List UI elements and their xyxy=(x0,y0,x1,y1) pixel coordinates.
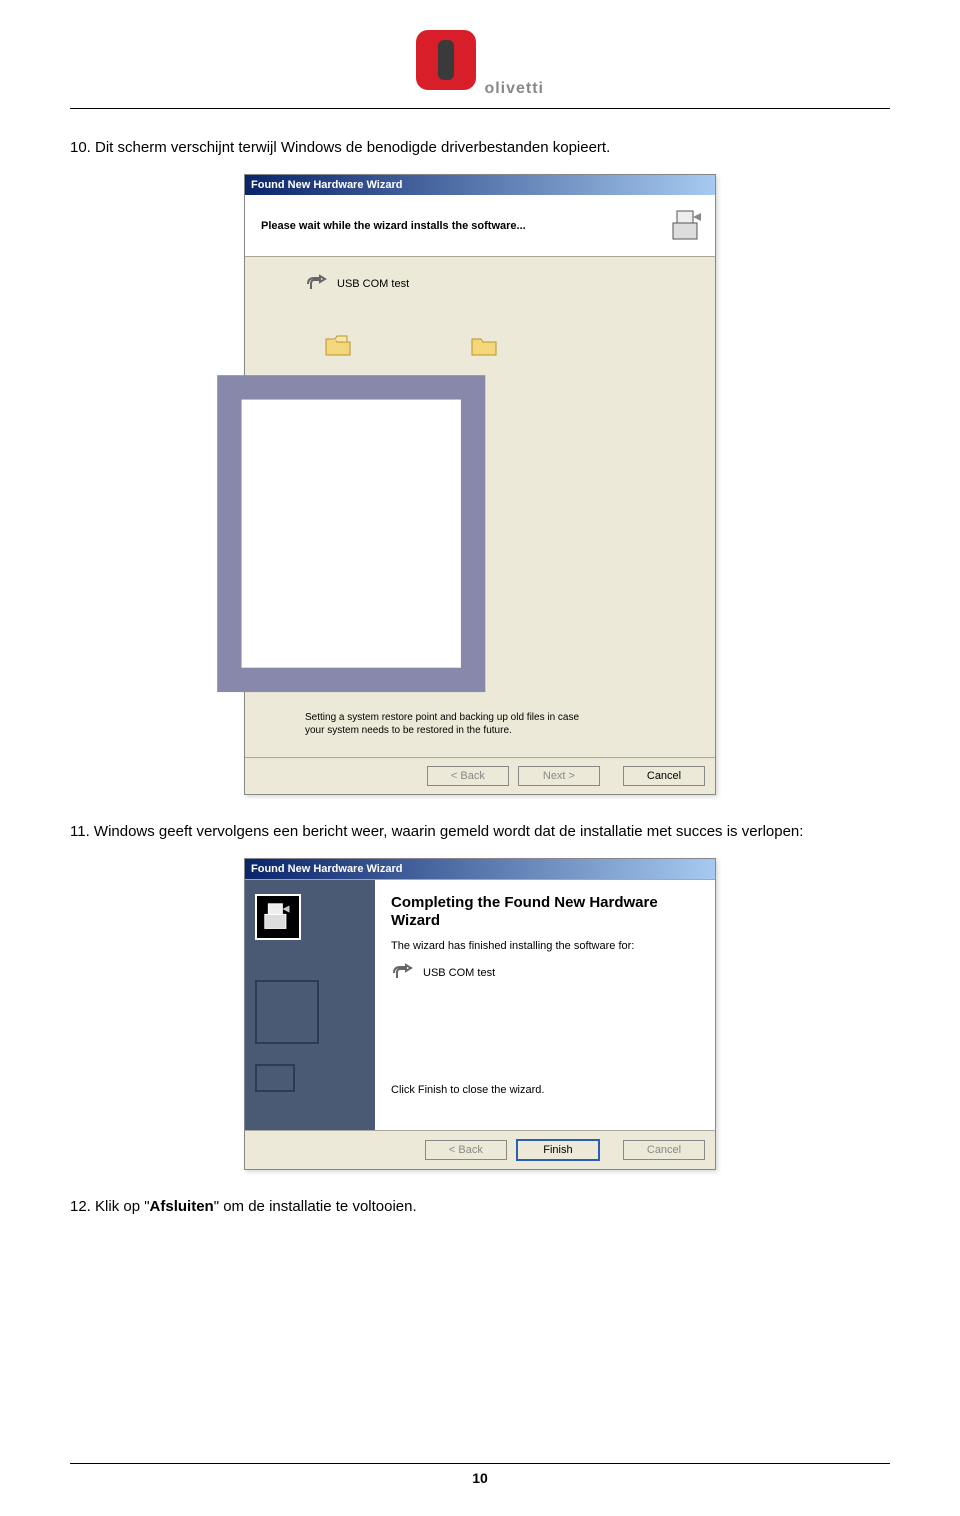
wizard2-subtext: The wizard has finished installing the s… xyxy=(391,940,699,952)
wizard-install-progress: Found New Hardware Wizard Please wait wh… xyxy=(244,174,716,795)
banner-decor2-icon xyxy=(255,1064,295,1092)
wizard2-body: Completing the Found New Hardware Wizard… xyxy=(245,879,715,1130)
side-hardware-icon xyxy=(255,894,301,940)
usb-connector-icon xyxy=(305,273,327,295)
back-button[interactable]: < Back xyxy=(427,766,509,786)
document-header: olivetti xyxy=(70,30,890,100)
device-name: USB COM test xyxy=(337,278,409,290)
logo-icon xyxy=(416,30,476,90)
folder-dest-icon xyxy=(471,335,497,357)
wizard2-titlebar: Found New Hardware Wizard xyxy=(245,859,715,879)
wizard2-device-row: USB COM test xyxy=(391,962,699,984)
hardware-icon xyxy=(671,209,705,243)
olivetti-logo: olivetti xyxy=(416,30,544,90)
usb-connector-icon xyxy=(391,962,413,984)
wizard2-button-bar: < Back Finish Cancel xyxy=(245,1130,715,1169)
wizard-complete: Found New Hardware Wizard Completing the… xyxy=(244,858,716,1170)
wizard2-device-name: USB COM test xyxy=(423,967,495,979)
document-footer: 10 xyxy=(70,1463,890,1486)
flying-page-icon xyxy=(205,695,595,707)
device-row: USB COM test xyxy=(305,273,695,295)
step-12-text: 12. Klik op "Afsluiten" om de installati… xyxy=(70,1198,890,1215)
wizard1-titlebar: Found New Hardware Wizard xyxy=(245,175,715,195)
wizard1-header-text: Please wait while the wizard installs th… xyxy=(261,220,526,232)
folder-source-icon xyxy=(325,335,351,357)
wizard2-heading: Completing the Found New Hardware Wizard xyxy=(391,894,699,930)
banner-decor-icon xyxy=(255,980,319,1044)
page-number: 10 xyxy=(70,1463,890,1486)
back-button[interactable]: < Back xyxy=(425,1140,507,1160)
step-10-text: 10. Dit scherm verschijnt terwijl Window… xyxy=(70,139,890,156)
step12-suffix: " om de installatie te voltooien. xyxy=(214,1198,417,1215)
wizard1-button-bar: < Back Next > Cancel xyxy=(245,757,715,794)
step-11-text: 11. Windows geeft vervolgens een bericht… xyxy=(70,823,890,840)
step12-bold: Afsluiten xyxy=(150,1198,214,1215)
step12-prefix: 12. Klik op " xyxy=(70,1198,150,1215)
wizard1-header-area: Please wait while the wizard installs th… xyxy=(245,195,715,256)
finish-button[interactable]: Finish xyxy=(516,1139,600,1161)
wizard1-body: USB COM test Setting a system restore po… xyxy=(245,256,715,757)
logo-text: olivetti xyxy=(484,80,544,98)
finish-note: Click Finish to close the wizard. xyxy=(391,1084,699,1096)
progress-area: Setting a system restore point and backi… xyxy=(305,335,695,737)
next-button[interactable]: Next > xyxy=(518,766,600,786)
wizard2-right-content: Completing the Found New Hardware Wizard… xyxy=(375,880,715,1130)
header-divider xyxy=(70,108,890,109)
restore-point-text: Setting a system restore point and backi… xyxy=(305,711,585,737)
wizard-side-banner xyxy=(245,880,375,1130)
cancel-button[interactable]: Cancel xyxy=(623,766,705,786)
cancel-button[interactable]: Cancel xyxy=(623,1140,705,1160)
